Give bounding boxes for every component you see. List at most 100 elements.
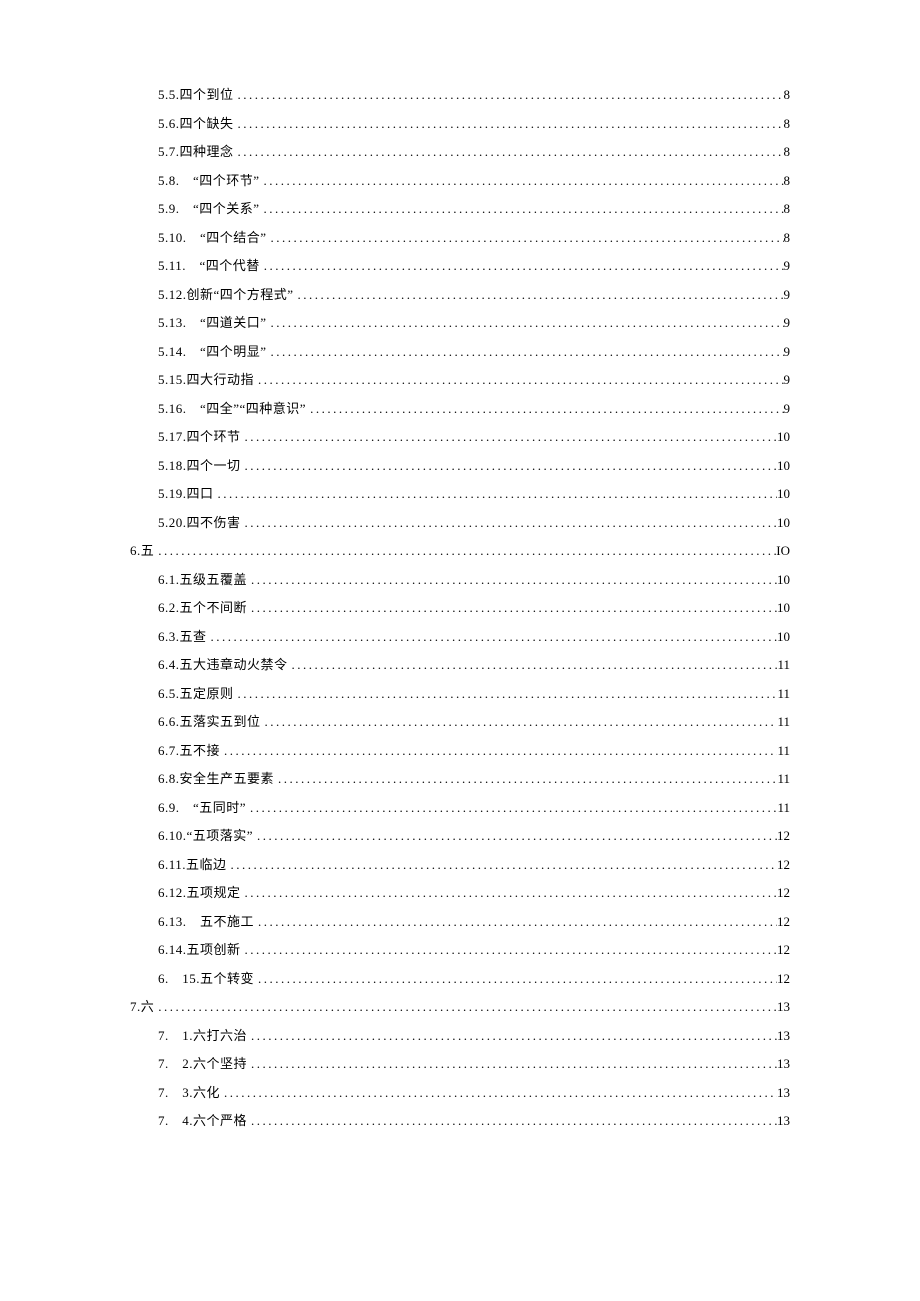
toc-dot-leader <box>234 687 778 700</box>
toc-label: 6.14.五项创新 <box>158 943 241 956</box>
toc-page-number: 13 <box>777 1057 790 1070</box>
toc-row: 6.五IO <box>130 544 790 557</box>
toc-dot-leader <box>247 1029 777 1042</box>
toc-page-number: 8 <box>784 88 791 101</box>
toc-dot-leader <box>254 373 783 386</box>
toc-row: 6.10.“五项落实”12 <box>130 829 790 842</box>
toc-dot-leader <box>254 972 777 985</box>
toc-label: 5.5.四个到位 <box>158 88 234 101</box>
toc-label: 6.8.安全生产五要素 <box>158 772 274 785</box>
toc-dot-leader <box>247 1057 777 1070</box>
toc-page-number: 11 <box>777 801 790 814</box>
toc-label: 7. 1.六打六治 <box>158 1029 247 1042</box>
toc-dot-leader <box>241 886 777 899</box>
toc-row: 5.15.四大行动指9 <box>130 373 790 386</box>
toc-page-number: 13 <box>777 1114 790 1127</box>
toc-page-number: 8 <box>784 145 791 158</box>
toc-row: 6.1.五级五覆盖10 <box>130 573 790 586</box>
toc-row: 6.6.五落实五到位11 <box>130 715 790 728</box>
toc-dot-leader <box>241 459 777 472</box>
toc-page-number: 9 <box>784 288 791 301</box>
toc-label: 6.9. “五同时” <box>158 801 246 814</box>
toc-page-number: 10 <box>777 487 790 500</box>
toc-row: 6.14.五项创新 12 <box>130 943 790 956</box>
toc-page-number: 11 <box>777 715 790 728</box>
toc-label: 6.1.五级五覆盖 <box>158 573 247 586</box>
toc-row: 5.20.四不伤害 10 <box>130 516 790 529</box>
toc-dot-leader <box>214 487 777 500</box>
toc-dot-leader <box>306 402 783 415</box>
toc-page-number: 12 <box>777 858 790 871</box>
toc-page-number: 10 <box>777 459 790 472</box>
toc-dot-leader <box>227 858 777 871</box>
toc-label: 5.17.四个环节 <box>158 430 241 443</box>
toc-row: 5.18.四个一切 10 <box>130 459 790 472</box>
toc-page-number: 9 <box>784 373 791 386</box>
toc-row: 6.7.五不接11 <box>130 744 790 757</box>
toc-page-number: 8 <box>784 117 791 130</box>
toc-row: 7. 4.六个严格13 <box>130 1114 790 1127</box>
toc-row: 7. 2.六个坚持13 <box>130 1057 790 1070</box>
toc-row: 5.17.四个环节10 <box>130 430 790 443</box>
toc-row: 6.13. 五不施工 12 <box>130 915 790 928</box>
toc-row: 7. 3.六化13 <box>130 1086 790 1099</box>
document-page: 5.5.四个到位85.6.四个缺失85.7.四种理念85.8. “四个环节”85… <box>0 0 920 1301</box>
toc-label: 5.11. “四个代替 <box>158 259 260 272</box>
toc-row: 7. 1.六打六治13 <box>130 1029 790 1042</box>
toc-row: 6. 15.五个转变12 <box>130 972 790 985</box>
toc-row: 6.11.五临边 12 <box>130 858 790 871</box>
toc-page-number: 12 <box>777 915 790 928</box>
toc-row: 6.12.五项规定 12 <box>130 886 790 899</box>
toc-dot-leader <box>247 1114 777 1127</box>
toc-dot-leader <box>267 316 784 329</box>
toc-label: 6. 15.五个转变 <box>158 972 254 985</box>
toc-label: 5.18.四个一切 <box>158 459 241 472</box>
toc-label: 5.7.四种理念 <box>158 145 234 158</box>
toc-dot-leader <box>154 1000 777 1013</box>
toc-row: 5.7.四种理念 8 <box>130 145 790 158</box>
toc-page-number: 10 <box>777 516 790 529</box>
toc-page-number: 11 <box>777 744 790 757</box>
toc-label: 6.4.五大违章动火禁令 <box>158 658 288 671</box>
table-of-contents: 5.5.四个到位85.6.四个缺失85.7.四种理念85.8. “四个环节”85… <box>130 88 790 1127</box>
toc-dot-leader <box>254 915 777 928</box>
toc-page-number: 11 <box>777 772 790 785</box>
toc-page-number: 12 <box>777 943 790 956</box>
toc-dot-leader <box>241 430 777 443</box>
toc-row: 5.6.四个缺失 8 <box>130 117 790 130</box>
toc-dot-leader <box>154 544 776 557</box>
toc-label: 5.16. “四全”“四种意识” <box>158 402 306 415</box>
toc-dot-leader <box>261 715 778 728</box>
toc-dot-leader <box>247 573 777 586</box>
toc-row: 5.16. “四全”“四种意识”9 <box>130 402 790 415</box>
toc-label: 5.14. “四个明显” <box>158 345 267 358</box>
toc-label: 5.8. “四个环节” <box>158 174 260 187</box>
toc-label: 5.10. “四个结合” <box>158 231 267 244</box>
toc-dot-leader <box>220 744 777 757</box>
toc-row: 5.10. “四个结合”8 <box>130 231 790 244</box>
toc-label: 6.11.五临边 <box>158 858 227 871</box>
toc-label: 5.20.四不伤害 <box>158 516 241 529</box>
toc-label: 6.2.五个不间断 <box>158 601 247 614</box>
toc-dot-leader <box>294 288 784 301</box>
toc-dot-leader <box>246 801 777 814</box>
toc-dot-leader <box>234 145 784 158</box>
toc-dot-leader <box>220 1086 777 1099</box>
toc-dot-leader <box>234 88 784 101</box>
toc-label: 5.6.四个缺失 <box>158 117 234 130</box>
toc-row: 5.14. “四个明显”9 <box>130 345 790 358</box>
toc-page-number: 11 <box>777 687 790 700</box>
toc-label: 6.10.“五项落实” <box>158 829 253 842</box>
toc-page-number: 12 <box>777 886 790 899</box>
toc-label: 6.12.五项规定 <box>158 886 241 899</box>
toc-label: 5.19.四口 <box>158 487 214 500</box>
toc-page-number: 8 <box>784 202 791 215</box>
toc-row: 5.9. “四个关系”8 <box>130 202 790 215</box>
toc-dot-leader <box>241 943 777 956</box>
toc-page-number: 9 <box>784 316 791 329</box>
toc-row: 5.11. “四个代替9 <box>130 259 790 272</box>
toc-page-number: 11 <box>777 658 790 671</box>
toc-label: 6.13. 五不施工 <box>158 915 254 928</box>
toc-page-number: 13 <box>777 1086 790 1099</box>
toc-row: 6.5.五定原则11 <box>130 687 790 700</box>
